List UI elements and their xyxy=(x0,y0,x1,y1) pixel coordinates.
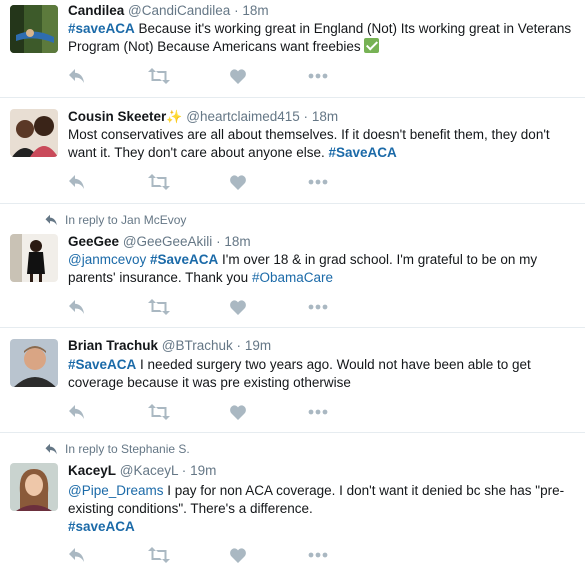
user-handle[interactable]: @CandiCandilea xyxy=(128,3,230,18)
retweet-icon[interactable] xyxy=(148,173,170,191)
tweet[interactable]: Brian Trachuk @BTrachuk · 19m #SaveACA I… xyxy=(0,328,585,433)
hashtag[interactable]: #SaveACA xyxy=(68,357,136,372)
more-icon[interactable] xyxy=(308,403,328,421)
timestamp[interactable]: 18m xyxy=(312,109,338,124)
user-handle[interactable]: @KaceyL xyxy=(120,463,178,478)
reply-icon[interactable] xyxy=(68,67,86,85)
reply-icon[interactable] xyxy=(68,546,86,564)
user-handle[interactable]: @heartclaimed415 xyxy=(186,109,300,124)
hashtag[interactable]: #saveACA xyxy=(68,21,135,36)
tweet-text: @Pipe_Dreams I pay for non ACA coverage.… xyxy=(68,482,573,536)
text-segment: Most conservatives are all about themsel… xyxy=(68,127,550,160)
more-icon[interactable] xyxy=(308,173,328,191)
like-icon[interactable] xyxy=(230,298,246,316)
text-segment: Because it's working great in England (N… xyxy=(68,21,572,54)
tweet-actions xyxy=(68,173,348,191)
hashtag[interactable]: #saveACA xyxy=(68,519,135,534)
text-segment: I needed surgery two years ago. Would no… xyxy=(68,357,531,390)
reply-context-label: In reply to Jan McEvoy xyxy=(65,213,187,227)
retweet-icon[interactable] xyxy=(148,67,170,85)
display-name[interactable]: Brian Trachuk xyxy=(68,338,158,353)
display-name[interactable]: KaceyL xyxy=(68,463,116,478)
more-icon[interactable] xyxy=(308,546,328,564)
more-icon[interactable] xyxy=(308,298,328,316)
reply-context[interactable]: In reply to Jan McEvoy xyxy=(44,213,186,227)
separator-dot: · xyxy=(236,338,242,353)
timestamp[interactable]: 19m xyxy=(245,338,271,353)
user-handle[interactable]: @GeeGeeAkili xyxy=(123,234,213,249)
tweet-header: GeeGee @GeeGeeAkili · 18m xyxy=(68,234,251,249)
reply-icon[interactable] xyxy=(68,298,86,316)
like-icon[interactable] xyxy=(230,403,246,421)
tweet-header: Cousin Skeeter✨ @heartclaimed415 · 18m xyxy=(68,109,338,125)
tweet-header: Brian Trachuk @BTrachuk · 19m xyxy=(68,338,271,353)
like-icon[interactable] xyxy=(230,67,246,85)
retweet-icon[interactable] xyxy=(148,403,170,421)
hashtag[interactable]: #SaveACA xyxy=(329,145,397,160)
tweet-actions xyxy=(68,546,348,564)
retweet-icon[interactable] xyxy=(148,298,170,316)
hashtag[interactable]: #ObamaCare xyxy=(252,270,333,285)
tweet-actions xyxy=(68,403,348,421)
tweet-text: @janmcevoy #SaveACA I'm over 18 & in gra… xyxy=(68,251,573,287)
user-handle[interactable]: @BTrachuk xyxy=(162,338,233,353)
reply-context-label: In reply to Stephanie S. xyxy=(65,442,190,456)
retweet-icon[interactable] xyxy=(148,546,170,564)
tweet-header: Candilea @CandiCandilea · 18m xyxy=(68,3,269,18)
tweet[interactable]: Cousin Skeeter✨ @heartclaimed415 · 18m M… xyxy=(0,98,585,204)
timestamp[interactable]: 18m xyxy=(242,3,268,18)
tweet-text: #saveACA Because it's working great in E… xyxy=(68,20,573,56)
hashtag[interactable]: #SaveACA xyxy=(150,252,218,267)
like-icon[interactable] xyxy=(230,173,246,191)
timestamp[interactable]: 18m xyxy=(224,234,250,249)
reply-arrow-icon xyxy=(45,214,57,226)
avatar[interactable] xyxy=(10,109,58,157)
tweet[interactable]: In reply to Stephanie S. KaceyL @KaceyL … xyxy=(0,433,585,575)
avatar[interactable] xyxy=(10,5,58,53)
display-name[interactable]: GeeGee xyxy=(68,234,119,249)
more-icon[interactable] xyxy=(308,67,328,85)
avatar[interactable] xyxy=(10,234,58,282)
avatar[interactable] xyxy=(10,463,58,511)
like-icon[interactable] xyxy=(230,546,246,564)
tweet-header: KaceyL @KaceyL · 19m xyxy=(68,463,216,478)
separator-dot: · xyxy=(234,3,239,18)
tweet[interactable]: Candilea @CandiCandilea · 18m #saveACA B… xyxy=(0,0,585,98)
separator-dot: · xyxy=(216,234,221,249)
display-name[interactable]: Cousin Skeeter xyxy=(68,109,166,124)
tweet-text: Most conservatives are all about themsel… xyxy=(68,126,573,162)
sparkles-icon: ✨ xyxy=(166,109,183,124)
tweet-actions xyxy=(68,67,348,85)
mention-link[interactable]: @janmcevoy xyxy=(68,252,146,267)
reply-arrow-icon xyxy=(45,443,57,455)
separator-dot: · xyxy=(303,109,309,124)
display-name[interactable]: Candilea xyxy=(68,3,124,18)
timestamp[interactable]: 19m xyxy=(190,463,216,478)
avatar[interactable] xyxy=(10,339,58,387)
tweet[interactable]: In reply to Jan McEvoy GeeGee @GeeGeeAki… xyxy=(0,204,585,328)
reply-context[interactable]: In reply to Stephanie S. xyxy=(44,442,190,456)
tweet-text: #SaveACA I needed surgery two years ago.… xyxy=(68,356,573,392)
reply-icon[interactable] xyxy=(68,403,86,421)
reply-icon[interactable] xyxy=(68,173,86,191)
tweet-actions xyxy=(68,298,348,316)
mention-link[interactable]: @Pipe_Dreams xyxy=(68,483,164,498)
white-check-mark-icon xyxy=(364,38,380,53)
separator-dot: · xyxy=(181,463,187,478)
